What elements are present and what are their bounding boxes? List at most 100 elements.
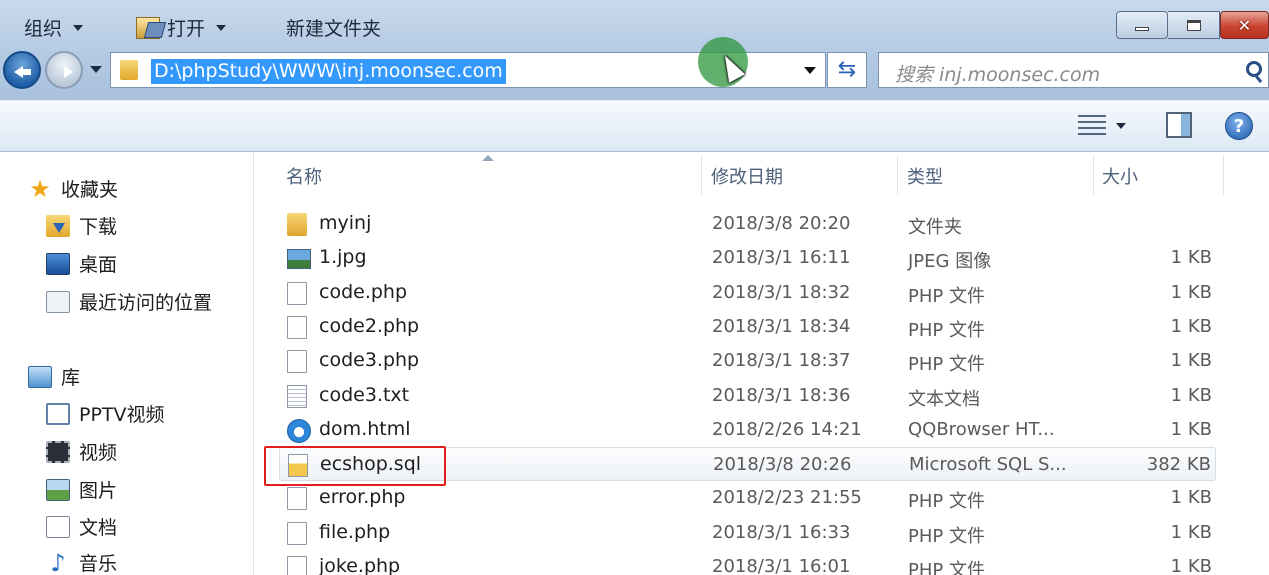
file-size: 1 KB — [1170, 418, 1212, 440]
sidebar-item-label: 桌面 — [79, 254, 118, 276]
downloads-folder-icon — [46, 214, 70, 237]
sidebar-item-pictures[interactable]: 图片 — [46, 476, 117, 503]
file-size: 1 KB — [1170, 556, 1212, 575]
sidebar-item-label: 文档 — [79, 517, 118, 539]
help-icon[interactable]: ? — [1225, 112, 1253, 140]
sidebar-item-pptv-video[interactable]: PPTV视频 — [46, 400, 165, 427]
file-type: QQBrowser HT... — [908, 418, 1055, 440]
image-file-icon — [287, 249, 311, 270]
preview-pane-icon[interactable] — [1166, 112, 1192, 138]
file-modified-date: 2018/3/1 18:34 — [712, 315, 851, 337]
view-options-chevron-down-icon[interactable] — [1116, 123, 1126, 129]
file-row[interactable]: code3.php 2018/3/1 18:37 PHP 文件 1 KB — [279, 344, 1216, 378]
refresh-button[interactable]: ⇆ — [827, 52, 867, 88]
folder-icon — [287, 213, 307, 236]
maximize-button[interactable] — [1168, 11, 1220, 39]
chevron-down-icon — [73, 24, 84, 31]
file-name: code3.php — [319, 349, 420, 372]
file-modified-date: 2018/2/23 21:55 — [712, 487, 862, 509]
file-name: myinj — [319, 212, 372, 234]
minimize-button[interactable] — [1116, 11, 1168, 39]
php-file-icon — [287, 556, 307, 575]
sidebar-item-label: 音乐 — [79, 553, 118, 575]
file-type: PHP 文件 — [908, 560, 985, 575]
file-row[interactable]: dom.html 2018/2/26 14:21 QQBrowser HT... 1 … — [279, 413, 1216, 447]
new-folder-label: 新建文件夹 — [286, 18, 382, 40]
file-size: 1 KB — [1170, 521, 1212, 543]
php-file-icon — [287, 315, 307, 339]
sidebar-item-recent-places[interactable]: 最近访问的位置 — [46, 288, 212, 315]
column-divider[interactable] — [701, 155, 702, 195]
file-row[interactable]: 1.jpg 2018/3/1 16:11 JPEG 图像 1 KB — [279, 241, 1216, 275]
search-icon[interactable] — [1246, 61, 1262, 77]
file-size: 1 KB — [1170, 350, 1212, 372]
column-header-size[interactable]: 大小 — [1102, 163, 1138, 189]
address-path[interactable]: D:\phpStudy\WWW\inj.moonsec.com — [151, 59, 506, 84]
file-type: PHP 文件 — [908, 285, 985, 307]
sidebar-item-label: 库 — [61, 367, 81, 389]
pictures-library-icon — [46, 478, 70, 501]
file-modified-date: 2018/3/1 16:01 — [712, 556, 851, 575]
file-name: dom.html — [319, 417, 411, 440]
sidebar-item-desktop[interactable]: 桌面 — [46, 250, 117, 277]
sidebar-item-libraries[interactable]: 库 — [28, 363, 80, 390]
file-row[interactable]: myinj 2018/3/8 20:20 文件夹 — [279, 207, 1216, 241]
file-name: code.php — [319, 280, 408, 303]
open-icon — [136, 16, 160, 39]
column-header-type[interactable]: 类型 — [907, 163, 943, 189]
organize-label: 组织 — [24, 18, 63, 40]
php-file-icon — [287, 281, 307, 305]
file-row[interactable]: code3.txt 2018/3/1 18:36 文本文档 1 KB — [279, 379, 1216, 413]
annotation-highlight-box — [264, 446, 446, 486]
sidebar-item-videos[interactable]: 视频 — [46, 438, 117, 465]
sidebar-item-label: 最近访问的位置 — [79, 292, 213, 314]
close-icon: ✕ — [1237, 15, 1252, 35]
file-size: 382 KB — [1146, 454, 1211, 476]
php-file-icon — [287, 521, 307, 545]
file-row[interactable]: joke.php 2018/3/1 16:01 PHP 文件 1 KB — [279, 550, 1216, 575]
sidebar-item-label: 下载 — [79, 216, 118, 238]
close-button[interactable]: ✕ — [1220, 11, 1269, 39]
file-type: PHP 文件 — [908, 319, 985, 341]
file-modified-date: 2018/3/8 20:26 — [713, 454, 852, 476]
sidebar-item-music[interactable]: ♪ 音乐 — [46, 549, 117, 575]
column-divider[interactable] — [1093, 155, 1094, 195]
new-folder-button[interactable]: 新建文件夹 — [286, 14, 381, 41]
recent-pages-chevron-down-icon[interactable] — [90, 66, 102, 73]
file-name: code3.txt — [319, 383, 410, 406]
file-size: 1 KB — [1170, 247, 1212, 269]
file-name: file.php — [319, 520, 391, 543]
sidebar-item-label: 收藏夹 — [61, 179, 119, 201]
file-name: 1.jpg — [319, 246, 367, 269]
file-type: Microsoft SQL S... — [909, 454, 1067, 476]
organize-menu[interactable]: 组织 — [24, 14, 84, 41]
open-menu[interactable]: 打开 — [136, 14, 227, 41]
back-button[interactable] — [3, 51, 41, 89]
file-type: JPEG 图像 — [908, 251, 992, 273]
maximize-icon — [1168, 12, 1219, 38]
forward-button[interactable] — [45, 51, 83, 89]
file-row[interactable]: code2.php 2018/3/1 18:34 PHP 文件 1 KB — [279, 310, 1216, 344]
column-header-date[interactable]: 修改日期 — [711, 163, 783, 189]
file-list: 名称 修改日期 类型 大小 myinj 2018/3/8 20:20 文件夹 1.jp… — [255, 153, 1269, 575]
sidebar-item-favorites[interactable]: ★ 收藏夹 — [28, 175, 118, 202]
search-box[interactable]: 搜索 inj.moonsec.com — [878, 52, 1269, 88]
navigation-pane: ★ 收藏夹 下载 桌面 最近访问的位置 库 PPTV视频 视频 图片 文档 ♪ … — [0, 153, 254, 575]
sidebar-item-documents[interactable]: 文档 — [46, 513, 117, 540]
pptv-video-icon — [46, 402, 70, 425]
file-row[interactable]: file.php 2018/3/1 16:33 PHP 文件 1 KB — [279, 516, 1216, 550]
address-history-chevron-down-icon[interactable] — [804, 67, 816, 74]
file-type: PHP 文件 — [908, 354, 985, 376]
search-placeholder[interactable]: 搜索 inj.moonsec.com — [895, 60, 1100, 87]
file-row[interactable]: error.php 2018/2/23 21:55 PHP 文件 1 KB — [279, 481, 1216, 515]
file-size: 1 KB — [1170, 384, 1212, 406]
change-view-icon[interactable] — [1078, 115, 1106, 135]
column-divider[interactable] — [897, 155, 898, 195]
sort-ascending-icon — [482, 155, 494, 161]
file-row[interactable]: code.php 2018/3/1 18:32 PHP 文件 1 KB — [279, 276, 1216, 310]
file-type: 文本文档 — [908, 388, 980, 410]
video-library-icon — [46, 440, 70, 463]
column-header-name[interactable]: 名称 — [286, 163, 322, 189]
column-divider[interactable] — [1223, 155, 1224, 195]
sidebar-item-downloads[interactable]: 下载 — [46, 212, 117, 239]
